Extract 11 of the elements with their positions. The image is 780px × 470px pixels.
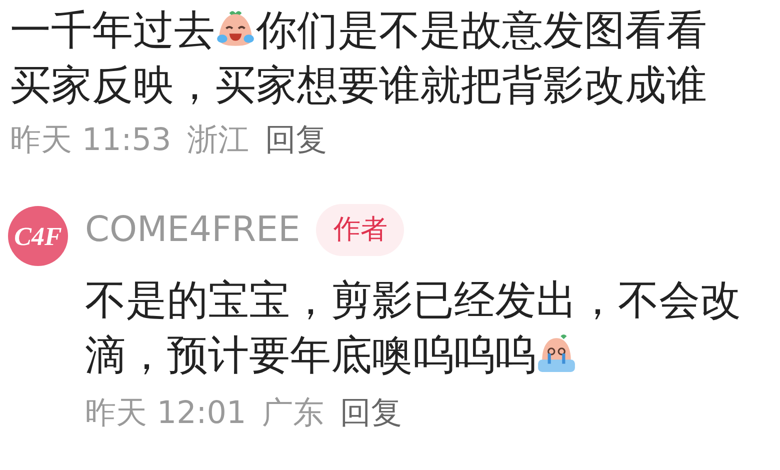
- timestamp: 昨天 12:01: [85, 394, 246, 433]
- timestamp: 昨天 11:53: [10, 121, 172, 160]
- author-avatar[interactable]: C4F: [8, 206, 68, 266]
- comment-text: 一千年过去 你们是不是故意发图看看买家反映，买家想要谁就把背影改成谁: [10, 5, 708, 111]
- location-label: 浙江: [187, 121, 250, 160]
- author-badge: 作者: [316, 204, 404, 256]
- crying-emoji-icon: [536, 332, 577, 374]
- reply-link[interactable]: 回复: [265, 120, 328, 160]
- reply-text: 不是的宝宝，剪影已经发出，不会改滴，预计要年底噢呜呜呜: [85, 275, 742, 381]
- location-label: 广东: [262, 394, 324, 433]
- reply-link[interactable]: 回复: [340, 393, 402, 433]
